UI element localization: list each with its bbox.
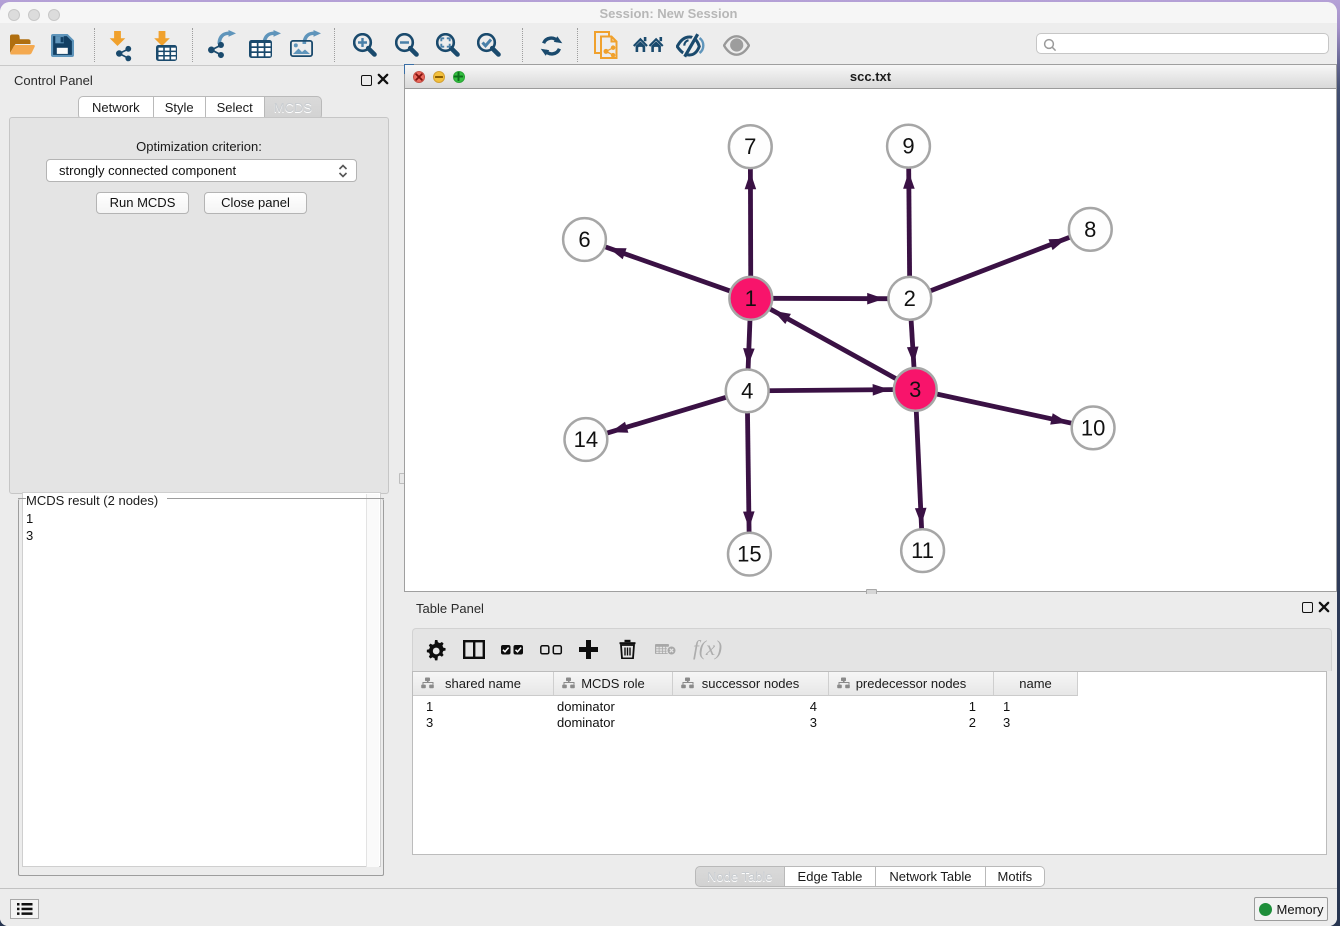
svg-text:1: 1 [745, 286, 757, 311]
svg-text:9: 9 [902, 134, 914, 159]
svg-text:15: 15 [737, 542, 761, 567]
svg-text:2: 2 [904, 286, 916, 311]
svg-text:4: 4 [741, 378, 753, 403]
svg-text:10: 10 [1081, 415, 1105, 440]
svg-text:6: 6 [578, 227, 590, 252]
svg-text:7: 7 [744, 134, 756, 159]
svg-text:8: 8 [1084, 217, 1096, 242]
svg-text:3: 3 [909, 377, 921, 402]
svg-text:14: 14 [574, 427, 598, 452]
svg-text:11: 11 [911, 538, 934, 563]
